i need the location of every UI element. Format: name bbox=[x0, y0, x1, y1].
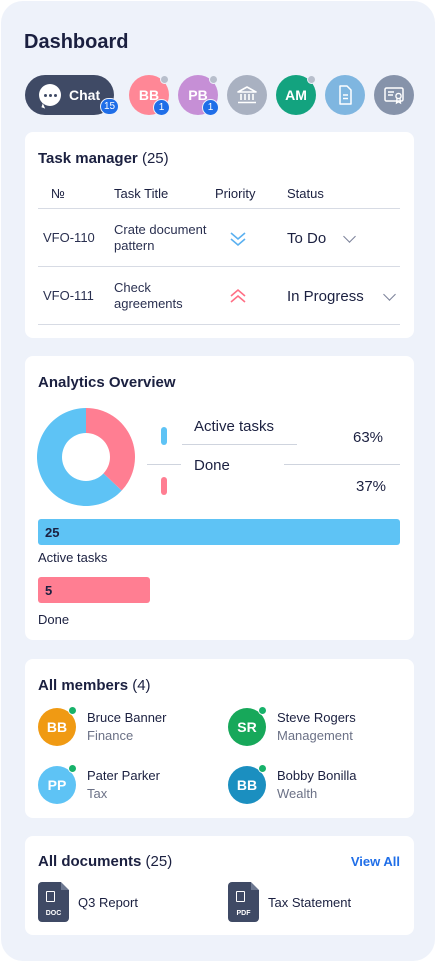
legend-divider bbox=[284, 464, 400, 465]
analytics-card: Analytics Overview Active tasks 63% Done… bbox=[25, 356, 414, 640]
contact-initials: AM bbox=[285, 87, 307, 103]
dashboard-frame: Dashboard Chat 15 BB 1 PB 1 AM Task mana… bbox=[1, 1, 435, 961]
table-divider bbox=[38, 266, 400, 267]
member-role: Wealth bbox=[277, 786, 318, 801]
member-name: Bobby Bonilla bbox=[277, 768, 357, 783]
chevron-down-icon[interactable] bbox=[343, 230, 356, 243]
column-header-number: № bbox=[51, 186, 65, 201]
online-indicator bbox=[68, 764, 77, 773]
offline-dot bbox=[160, 75, 169, 84]
task-title-line: agreements bbox=[114, 296, 183, 311]
column-header-status[interactable]: Status bbox=[287, 186, 324, 201]
legend-percent-done: 37% bbox=[356, 478, 387, 495]
donut-hole bbox=[62, 433, 110, 481]
unread-badge: 1 bbox=[153, 99, 170, 116]
member-name: Steve Rogers bbox=[277, 710, 356, 725]
task-manager-card: Task manager (25) № Task Title Priority … bbox=[25, 132, 414, 338]
task-title: Check agreements bbox=[114, 280, 183, 312]
contact-chip-bb[interactable]: BB 1 bbox=[129, 75, 170, 116]
column-header-priority[interactable]: Priority bbox=[215, 186, 255, 201]
unread-badge: 1 bbox=[202, 99, 219, 116]
quick-access-row: Chat 15 BB 1 PB 1 AM bbox=[25, 75, 425, 116]
online-indicator bbox=[68, 706, 77, 715]
column-header-title[interactable]: Task Title bbox=[114, 186, 168, 201]
document-chip[interactable] bbox=[325, 75, 365, 115]
member-name: Bruce Banner bbox=[87, 710, 167, 725]
contact-chip-pb[interactable]: PB 1 bbox=[178, 75, 219, 116]
offline-dot bbox=[307, 75, 316, 84]
bar-value: 25 bbox=[45, 524, 60, 540]
online-indicator bbox=[258, 706, 267, 715]
task-id: VFO-110 bbox=[43, 230, 95, 245]
task-title-line: Check bbox=[114, 280, 151, 295]
legend-marker-done bbox=[161, 477, 167, 495]
bank-chip[interactable] bbox=[227, 75, 267, 115]
bar-label-active: Active tasks bbox=[38, 550, 108, 565]
analytics-title: Analytics Overview bbox=[38, 374, 176, 391]
task-manager-title: Task manager (25) bbox=[38, 150, 169, 167]
member-role: Tax bbox=[87, 786, 108, 801]
legend-label-done: Done bbox=[194, 457, 230, 474]
donut-chart bbox=[37, 408, 135, 506]
legend-percent-active: 63% bbox=[353, 429, 384, 446]
certificate-icon bbox=[384, 87, 404, 105]
chat-label: Chat bbox=[69, 87, 101, 103]
task-title-line: Crate document bbox=[114, 222, 207, 237]
chevron-down-icon[interactable] bbox=[383, 288, 396, 301]
legend-marker-active bbox=[161, 427, 167, 445]
chat-unread-badge: 15 bbox=[100, 98, 120, 115]
online-indicator bbox=[258, 764, 267, 773]
bar-label-done: Done bbox=[38, 612, 70, 627]
task-title-line: pattern bbox=[114, 238, 155, 253]
task-title: Crate document pattern bbox=[114, 222, 207, 254]
task-id: VFO-111 bbox=[43, 288, 94, 303]
task-manager-title-text: Task manager bbox=[38, 150, 138, 167]
view-all-link[interactable]: View All bbox=[351, 854, 400, 869]
bank-icon bbox=[237, 86, 257, 104]
contact-chip-am[interactable]: AM bbox=[276, 75, 316, 115]
table-divider bbox=[38, 208, 400, 209]
member-role: Finance bbox=[87, 728, 134, 743]
members-card: All members (4) BB Bruce Banner Finance … bbox=[25, 659, 414, 818]
documents-card: All documents (25) View All DOC Q3 Repor… bbox=[25, 836, 414, 935]
legend-divider bbox=[182, 444, 297, 445]
members-title: All members (4) bbox=[38, 677, 151, 694]
members-title-text: All members bbox=[38, 677, 129, 694]
task-count: (25) bbox=[141, 150, 169, 167]
members-count: (4) bbox=[132, 677, 151, 694]
file-extension: DOC bbox=[45, 910, 62, 917]
bar-value: 5 bbox=[45, 582, 53, 598]
legend-label-active: Active tasks bbox=[194, 418, 275, 435]
pdf-file-icon: PDF bbox=[228, 882, 259, 922]
priority-high-icon bbox=[230, 288, 246, 303]
legend-divider bbox=[147, 464, 181, 465]
bar-done: 5 bbox=[38, 577, 150, 603]
documents-title-text: All documents bbox=[38, 853, 142, 870]
document-name: Q3 Report bbox=[78, 895, 138, 910]
document-name: Tax Statement bbox=[268, 895, 352, 910]
document-icon bbox=[339, 85, 352, 105]
file-extension: PDF bbox=[236, 910, 251, 917]
documents-count: (25) bbox=[145, 853, 173, 870]
certificate-chip[interactable] bbox=[374, 75, 414, 115]
chat-button[interactable]: Chat 15 bbox=[25, 75, 120, 115]
offline-dot bbox=[209, 75, 218, 84]
task-status: In Progress bbox=[287, 288, 364, 305]
member-role: Management bbox=[277, 728, 353, 743]
chat-icon bbox=[39, 84, 61, 106]
page-title: Dashboard bbox=[24, 31, 129, 53]
member-name: Pater Parker bbox=[87, 768, 160, 783]
documents-title: All documents (25) bbox=[38, 853, 172, 870]
task-status: To Do bbox=[287, 230, 327, 247]
bar-active-tasks: 25 bbox=[38, 519, 400, 545]
doc-file-icon: DOC bbox=[38, 882, 69, 922]
priority-low-icon bbox=[230, 232, 246, 247]
table-divider bbox=[38, 324, 400, 325]
